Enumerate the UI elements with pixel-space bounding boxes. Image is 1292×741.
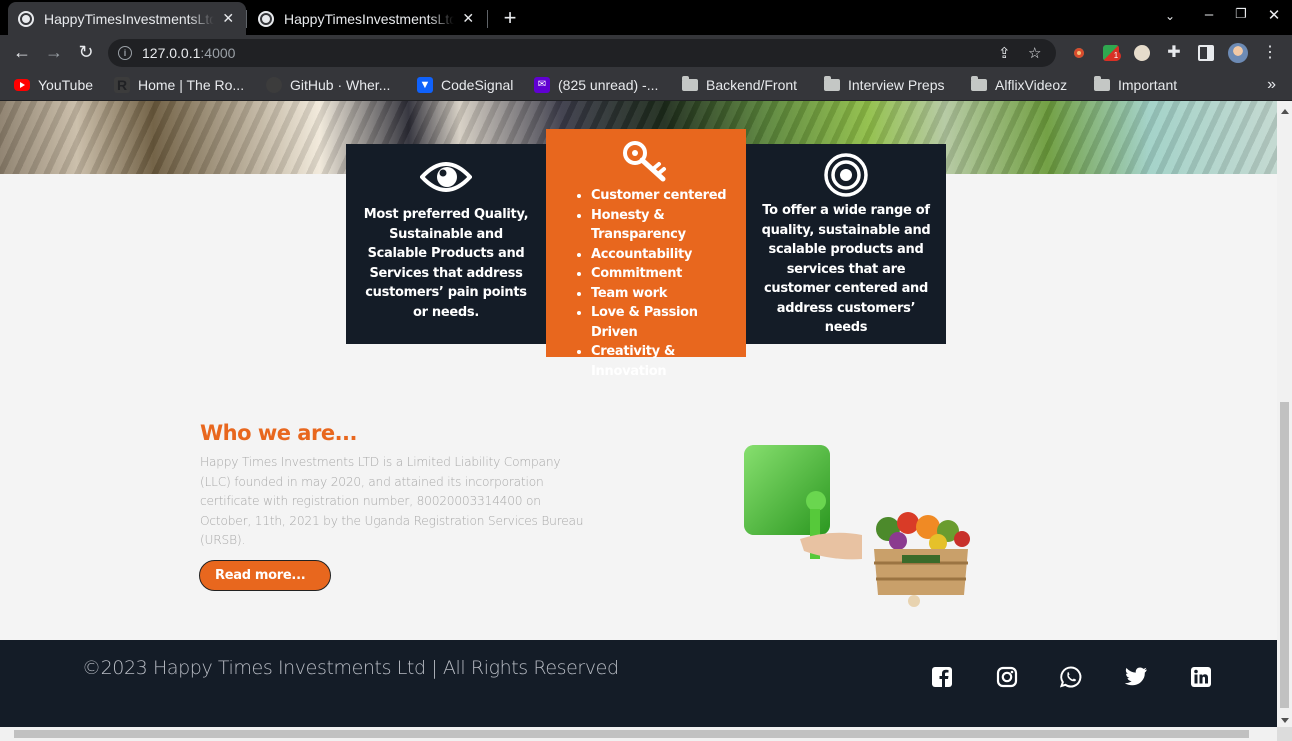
horizontal-scrollbar[interactable] [0,727,1277,741]
key-icon [623,141,666,182]
value-item: Love & Passion Driven [591,303,746,342]
new-tab-icon[interactable]: + [498,5,522,31]
vertical-scrollbar[interactable] [1277,101,1292,727]
url-port: :4000 [200,45,236,61]
scrollbar-corner [1277,727,1292,741]
minimize-icon[interactable]: – [1199,6,1219,23]
bookmark-label: Backend/Front [706,77,798,93]
bookmark-home-the-ro[interactable]: R Home | The Ro... [114,77,244,93]
tab-search-chevron-icon[interactable]: ⌄ [1160,9,1180,23]
copyright-text: ©2023 Happy Times Investments Ltd | All … [82,657,619,679]
github-icon [266,77,282,93]
value-item: Customer centered [591,186,746,206]
eye-icon [420,162,472,192]
folder-icon [971,76,987,91]
restore-icon[interactable]: ❐ [1231,6,1251,22]
yahoo-mail-icon: ✉ [534,77,550,93]
bookmark-label: Home | The Ro... [138,77,245,93]
bookmark-github[interactable]: GitHub · Wher... [266,77,390,93]
menu-kebab-icon[interactable]: ⋮ [1259,42,1281,62]
page-viewport: Most preferred Quality, Sustainable and … [0,101,1277,727]
value-item: Accountability [591,245,746,265]
vision-card: Most preferred Quality, Sustainable and … [346,144,546,344]
close-tab-icon[interactable]: ✕ [220,10,236,27]
extension-badge-count: 1 [1111,51,1121,61]
values-list: Customer centered Honesty & Transparency… [546,186,746,381]
extensions-puzzle-icon[interactable]: ✚ [1163,42,1185,62]
tab-title: HappyTimesInvestmentsLtd [44,10,215,27]
bookmark-label: CodeSignal [441,77,514,93]
liquid-soap-jerrycan-image [744,445,862,560]
folder-icon [682,76,698,91]
bookmark-folder-alflixvideoz[interactable]: AlflixVideoz [971,76,1068,93]
globe-icon [18,10,34,27]
mission-card: To offer a wide range of quality, sustai… [746,144,946,344]
address-bar[interactable]: i 127.0.0.1:4000 ⇪ ☆ [108,39,1056,67]
linkedin-icon[interactable] [1189,665,1213,689]
site-info-icon[interactable]: i [118,46,132,60]
section-title: Who we are... [200,421,358,445]
url-host: 127.0.0.1 [142,45,201,61]
facebook-icon[interactable] [930,665,954,689]
tab-divider [246,10,247,28]
bookmark-label: (825 unread) -... [558,77,659,93]
side-panel-icon[interactable] [1198,45,1214,61]
bookmark-folder-backend-front[interactable]: Backend/Front [682,76,798,93]
value-item: Commitment [591,264,746,284]
mission-text: To offer a wide range of quality, sustai… [761,203,931,335]
folder-icon [1094,76,1110,91]
forward-icon[interactable]: → [43,42,65,63]
folder-icon [824,76,840,91]
tab-divider [487,10,488,28]
values-card: Customer centered Honesty & Transparency… [546,129,746,379]
horizontal-scroll-thumb[interactable] [14,730,1249,738]
site-footer: ©2023 Happy Times Investments Ltd | All … [0,640,1277,727]
youtube-icon [14,79,30,91]
close-tab-icon[interactable]: ✕ [460,10,476,27]
target-icon [824,153,868,197]
bookmark-codesignal[interactable]: ▼ CodeSignal [417,77,513,93]
more-bookmarks-chevron-icon[interactable]: » [1267,76,1276,94]
instagram-icon[interactable] [995,665,1019,689]
codesignal-icon: ▼ [417,77,433,93]
vertical-scroll-thumb[interactable] [1280,402,1289,708]
extension-badge-icon[interactable]: 1 [1103,45,1121,61]
reload-icon[interactable]: ↻ [75,42,97,63]
browser-tab-active[interactable]: HappyTimesInvestmentsLtd ✕ [8,2,246,35]
whatsapp-icon[interactable] [1059,665,1083,689]
value-item: Team work [591,284,746,304]
bookmark-star-icon[interactable]: ☆ [1028,44,1041,62]
bookmark-label: Important [1118,77,1178,93]
share-icon[interactable]: ⇪ [998,44,1011,62]
bookmark-label: YouTube [38,77,94,93]
bookmark-label: AlflixVideoz [995,77,1068,93]
scroll-up-arrow-icon[interactable] [1281,109,1289,114]
bookmarks-bar: YouTube R Home | The Ro... GitHub · Wher… [0,71,1292,101]
browser-tab-strip: HappyTimesInvestmentsLtd ✕ HappyTimesInv… [0,0,1292,35]
bookmark-folder-interview-preps[interactable]: Interview Preps [824,76,945,93]
browser-toolbar: ← → ↻ i 127.0.0.1:4000 ⇪ ☆ 1 ✚ ⋮ [0,35,1292,71]
bookmark-yahoo-mail[interactable]: ✉ (825 unread) -... [534,77,658,93]
about-paragraph: Happy Times Investments LTD is a Limited… [200,455,584,547]
r-logo-icon: R [114,77,130,93]
close-window-icon[interactable]: ✕ [1264,6,1284,24]
browser-tab[interactable]: HappyTimesInvestmentsLtd ✕ [248,2,486,35]
value-item: Honesty & Transparency [591,206,746,245]
bookmark-youtube[interactable]: YouTube [14,77,93,93]
twitter-icon[interactable] [1124,665,1148,689]
vision-text: Most preferred Quality, Sustainable and … [363,207,529,320]
bookmark-label: Interview Preps [848,77,945,93]
scroll-down-arrow-icon[interactable] [1281,718,1289,723]
back-icon[interactable]: ← [11,42,33,63]
extension-eyes-icon[interactable] [1134,45,1150,61]
bookmark-label: GitHub · Wher... [290,77,391,93]
globe-icon [258,10,274,27]
profile-avatar[interactable] [1228,43,1248,63]
vegetable-crate-image [874,512,970,607]
read-more-button[interactable]: Read more... [199,560,331,591]
extension-icon[interactable] [1071,45,1087,61]
bookmark-folder-important[interactable]: Important [1094,76,1178,93]
tab-title: HappyTimesInvestmentsLtd [284,10,455,27]
value-item: Creativity & Innovation [591,342,746,381]
